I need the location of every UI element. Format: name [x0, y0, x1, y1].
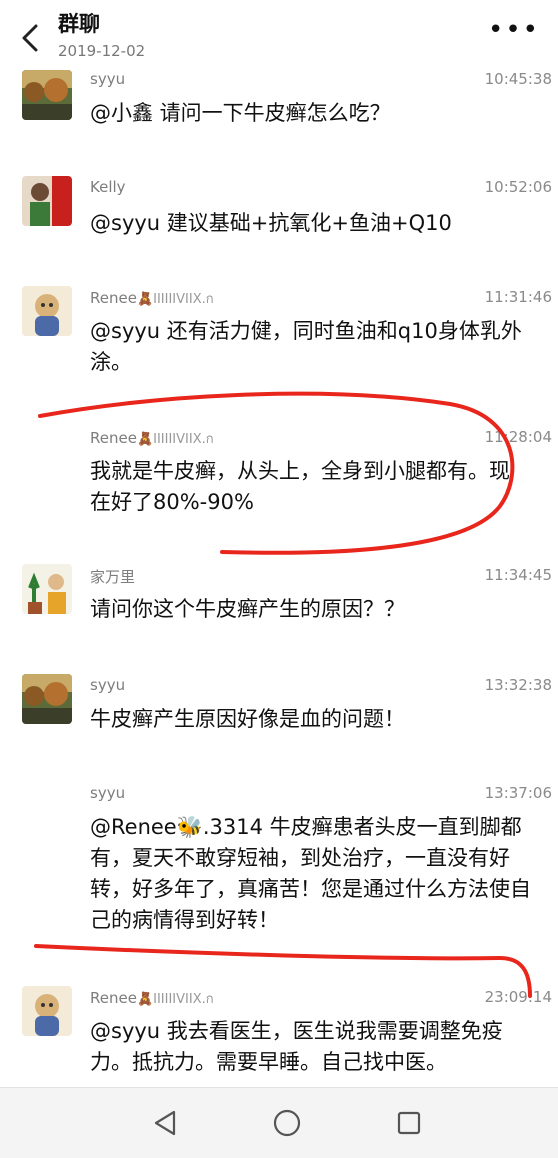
sender-suffix: 🧸IIIIIIVIIX.ก	[136, 292, 214, 307]
message-time: 10:52:06	[484, 178, 552, 196]
message-text: 请问你这个牛皮癣产生的原因？？	[90, 597, 405, 621]
plant-avatar-icon[interactable]	[22, 564, 72, 614]
sender-name: syyu	[90, 676, 126, 694]
sender-name: Renee🧸IIIIIIVIIX.ก	[90, 288, 214, 309]
sender-name: 家万里	[90, 568, 136, 586]
message-text: @小鑫 请问一下牛皮癣怎么吃？	[90, 101, 391, 125]
chat-header: 群聊 2019-12-02 •••	[0, 0, 558, 66]
nav-back-icon[interactable]	[148, 1106, 182, 1140]
sender-name: Renee🧸IIIIIIVIIX.ก	[90, 428, 214, 449]
sender-suffix: 🧸IIIIIIVIIX.ก	[136, 432, 214, 447]
cartoon-avatar-icon[interactable]	[22, 986, 72, 1036]
message-time: 23:09:14	[484, 988, 552, 1006]
sender-name: Renee🧸IIIIIIVIIX.ก	[90, 988, 214, 1009]
nav-recents-icon[interactable]	[392, 1106, 426, 1140]
sender-name-text: Renee	[90, 989, 137, 1007]
message-time: 11:31:46	[484, 288, 552, 306]
sender-name-text: Renee	[90, 289, 137, 307]
chat-title: 群聊	[58, 12, 100, 36]
chat-date: 2019-12-02	[58, 42, 146, 60]
message-text: @Renee🐝.3314 牛皮癣患者头皮一直到脚都有，夏天不敢穿短袖，到处治疗，…	[90, 815, 531, 932]
back-arrow-icon[interactable]	[16, 20, 46, 56]
photo-avatar-icon[interactable]	[22, 176, 72, 226]
nav-home-icon[interactable]	[270, 1106, 304, 1140]
cartoon-avatar-icon[interactable]	[22, 286, 72, 336]
more-options-icon[interactable]: •••	[488, 17, 540, 43]
message-time: 11:34:45	[484, 566, 552, 584]
sender-name: Kelly	[90, 178, 126, 196]
sender-name-text: Renee	[90, 429, 137, 447]
message-time: 13:37:06	[484, 784, 552, 802]
message-text: 我就是牛皮癣，从头上，全身到小腿都有。现在好了80%-90%	[90, 459, 510, 514]
message-time: 10:45:38	[484, 70, 552, 88]
message-feed[interactable]: syyu 10:45:38 @小鑫 请问一下牛皮癣怎么吃？ Kelly 10:5…	[0, 66, 558, 1086]
message-text: @syyu 我去看医生，医生说我需要调整免疫力。抵抗力。需要早睡。自己找中医。	[90, 1019, 503, 1074]
landscape-avatar-icon[interactable]	[22, 70, 72, 120]
message-time: 13:32:38	[484, 676, 552, 694]
message-time: 11:28:04	[484, 428, 552, 446]
landscape-avatar-icon[interactable]	[22, 674, 72, 724]
sender-name: syyu	[90, 70, 126, 88]
message-text: @syyu 建议基础+抗氧化+鱼油+Q10	[90, 211, 452, 235]
sender-name: syyu	[90, 784, 126, 802]
system-nav-bar	[0, 1087, 558, 1158]
message-text: 牛皮癣产生原因好像是血的问题！	[90, 707, 405, 731]
message-text: @syyu 还有活力健，同时鱼油和q10身体乳外涂。	[90, 319, 522, 374]
sender-suffix: 🧸IIIIIIVIIX.ก	[136, 992, 214, 1007]
